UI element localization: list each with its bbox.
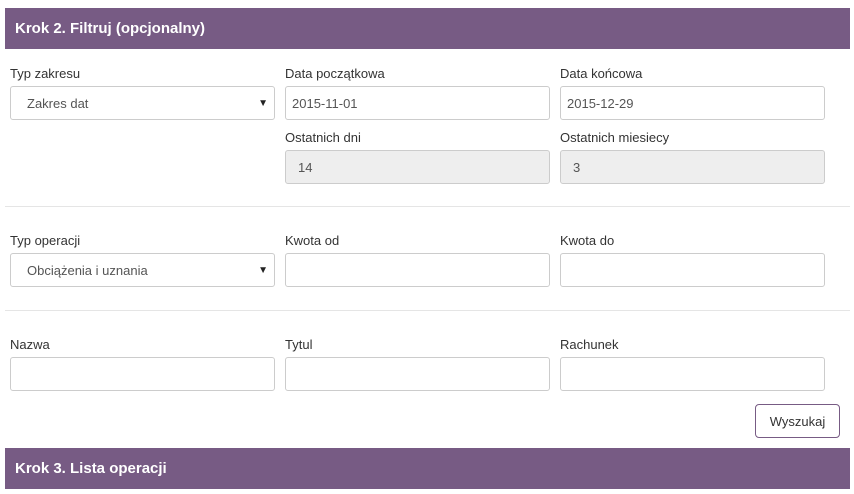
account-group: Rachunek — [560, 337, 825, 391]
range-type-value: Zakres dat — [27, 95, 89, 111]
operation-type-select[interactable]: Obciążenia i uznania ▼ — [10, 253, 275, 287]
step2-header: Krok 2. Filtruj (opcjonalny) — [5, 8, 850, 49]
name-label: Nazwa — [10, 337, 50, 352]
step3-title: Krok 3. Lista operacji — [15, 460, 167, 477]
step2-title: Krok 2. Filtruj (opcjonalny) — [15, 20, 206, 37]
last-months-group: Ostatnich miesiecy 3 — [560, 130, 825, 184]
range-type-group: Typ zakresu Zakres dat ▼ — [10, 66, 275, 120]
title-input[interactable] — [285, 357, 550, 391]
last-days-input: 14 — [285, 150, 550, 184]
amount-to-input[interactable] — [560, 253, 825, 287]
operation-type-value: Obciążenia i uznania — [27, 262, 148, 278]
divider — [5, 206, 850, 207]
range-type-select[interactable]: Zakres dat ▼ — [10, 86, 275, 120]
last-months-label: Ostatnich miesiecy — [560, 130, 670, 145]
step3-header: Krok 3. Lista operacji — [5, 448, 850, 489]
caret-down-icon: ▼ — [258, 97, 268, 109]
account-label: Rachunek — [560, 337, 619, 352]
amount-to-group: Kwota do — [560, 233, 825, 287]
date-end-value: 2015-12-29 — [567, 95, 634, 111]
caret-down-icon: ▼ — [258, 264, 268, 276]
title-group: Tytul — [285, 337, 550, 391]
last-days-group: Ostatnich dni 14 — [285, 130, 550, 184]
date-end-label: Data końcowa — [560, 66, 643, 81]
date-start-group: Data początkowa 2015-11-01 — [285, 66, 550, 120]
name-group: Nazwa — [10, 337, 275, 391]
range-type-label: Typ zakresu — [10, 66, 81, 81]
date-end-input[interactable]: 2015-12-29 — [560, 86, 825, 120]
account-input[interactable] — [560, 357, 825, 391]
amount-from-input[interactable] — [285, 253, 550, 287]
last-days-label: Ostatnich dni — [285, 130, 361, 145]
search-button[interactable]: Wyszukaj — [755, 404, 840, 438]
last-days-value: 14 — [298, 159, 313, 175]
date-start-input[interactable]: 2015-11-01 — [285, 86, 550, 120]
amount-from-group: Kwota od — [285, 233, 550, 287]
operation-type-group: Typ operacji Obciążenia i uznania ▼ — [10, 233, 275, 287]
date-start-value: 2015-11-01 — [292, 95, 358, 111]
amount-to-label: Kwota do — [560, 233, 615, 248]
date-start-label: Data początkowa — [285, 66, 385, 81]
name-input[interactable] — [10, 357, 275, 391]
last-months-input: 3 — [560, 150, 825, 184]
title-label: Tytul — [285, 337, 313, 352]
divider — [5, 310, 850, 311]
amount-from-label: Kwota od — [285, 233, 340, 248]
date-end-group: Data końcowa 2015-12-29 — [560, 66, 825, 120]
operation-type-label: Typ operacji — [10, 233, 81, 248]
last-months-value: 3 — [573, 159, 581, 175]
